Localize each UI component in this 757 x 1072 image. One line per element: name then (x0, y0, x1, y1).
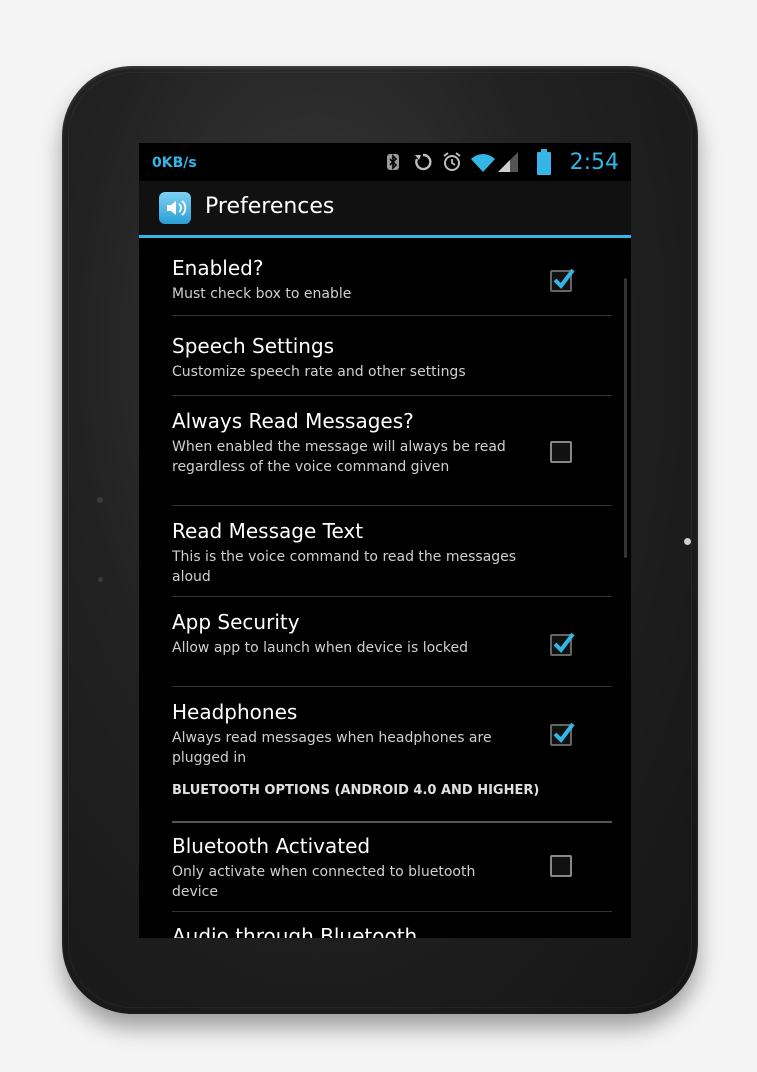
divider (172, 395, 612, 396)
category-header: BLUETOOTH OPTIONS (ANDROID 4.0 AND HIGHE… (172, 783, 540, 798)
divider (172, 505, 612, 506)
preference-summary: Only activate when connected to bluetoot… (172, 864, 476, 900)
enabled-checkbox[interactable] (550, 268, 575, 292)
page-title: Preferences (205, 194, 335, 219)
speaker-icon[interactable] (159, 192, 191, 224)
status-clock: 2:54 (569, 150, 619, 175)
action-bar: Preferences (139, 181, 631, 238)
preference-title: Speech Settings (172, 334, 335, 358)
bluetooth-icon (387, 154, 399, 170)
network-speed: 0KB/s (152, 155, 197, 171)
preference-title: App Security (172, 610, 300, 634)
android-screen: 0KB/s 2:54 Preferences Enabled? Must che… (139, 143, 631, 938)
preference-title: Headphones (172, 700, 298, 724)
preference-always-read-messages[interactable]: Always Read Messages? When enabled the m… (172, 409, 612, 477)
preference-title: Read Message Text (172, 519, 364, 543)
category-divider (172, 821, 612, 823)
bluetooth-activated-checkbox[interactable] (550, 855, 572, 877)
check-icon (553, 268, 575, 290)
preference-enabled[interactable]: Enabled? Must check box to enable (172, 256, 612, 304)
signal-icon (498, 152, 518, 172)
check-icon (553, 632, 575, 654)
preference-read-message-text[interactable]: Read Message Text This is the voice comm… (172, 519, 612, 587)
divider (172, 686, 612, 687)
battery-icon (537, 149, 551, 175)
preference-headphones[interactable]: Headphones Always read messages when hea… (172, 700, 612, 768)
headphones-checkbox[interactable] (550, 722, 575, 746)
preference-title: Audio through Bluetooth (172, 924, 418, 938)
preferences-list: Enabled? Must check box to enable Speech… (139, 238, 631, 938)
preference-bluetooth-activated[interactable]: Bluetooth Activated Only activate when c… (172, 834, 612, 902)
preference-title: Always Read Messages? (172, 409, 414, 433)
status-bar: 0KB/s 2:54 (139, 143, 631, 181)
check-icon (553, 722, 575, 744)
front-camera (684, 538, 691, 545)
scrollbar[interactable] (624, 278, 627, 558)
preference-summary: Always read messages when headphones are… (172, 730, 492, 766)
preference-summary: This is the voice command to read the me… (172, 549, 517, 585)
preference-summary: Must check box to enable (172, 286, 352, 302)
preference-summary: Allow app to launch when device is locke… (172, 640, 468, 656)
divider (172, 596, 612, 597)
preference-title: Bluetooth Activated (172, 834, 371, 858)
sync-icon (415, 153, 432, 171)
preference-title: Enabled? (172, 256, 264, 280)
alarm-icon (443, 152, 461, 171)
divider (172, 911, 612, 912)
preference-app-security[interactable]: App Security Allow app to launch when de… (172, 610, 612, 658)
always-read-checkbox[interactable] (550, 441, 572, 463)
preference-summary: When enabled the message will always be … (172, 439, 506, 475)
divider (172, 315, 612, 316)
app-security-checkbox[interactable] (550, 632, 575, 656)
preference-audio-through-bluetooth[interactable]: Audio through Bluetooth (172, 924, 612, 938)
front-sensor-dot (98, 577, 103, 582)
front-sensor-dot (97, 497, 103, 503)
preference-speech-settings[interactable]: Speech Settings Customize speech rate an… (172, 334, 612, 382)
wifi-icon (471, 154, 495, 172)
preference-summary: Customize speech rate and other settings (172, 364, 466, 380)
